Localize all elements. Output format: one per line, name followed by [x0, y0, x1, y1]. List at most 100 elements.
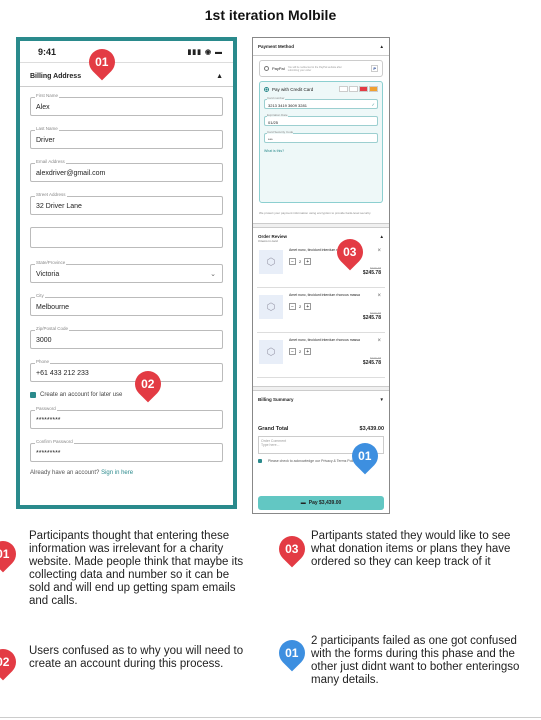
secure-note: We protect your payment information usin…	[259, 211, 372, 215]
note-01: Participants thought that entering these…	[29, 530, 244, 607]
collapse-icon[interactable]: ▲	[216, 73, 223, 80]
payment-method-header[interactable]: Payment Method ▲	[253, 38, 389, 56]
note-04: 2 participants failed as one got confuse…	[311, 635, 520, 686]
box-icon: ⬡	[259, 250, 283, 274]
price-value: $245.78	[362, 360, 381, 366]
quantity-stepper[interactable]: −2 +	[289, 303, 360, 310]
expiry-label: Expiration Date	[267, 113, 288, 117]
collapse-icon[interactable]: ▲	[380, 234, 384, 239]
price-value: $245.78	[362, 315, 381, 321]
items-count: 3 items in card	[258, 239, 278, 243]
billing-address-title: Billing Address	[30, 73, 82, 80]
pay-button-label: Pay $3,439.00	[308, 500, 342, 506]
note-pin-01-blue: 01	[273, 634, 311, 672]
item-name: Amet nunc, tincidunt interdum rhoncus ma…	[289, 293, 361, 297]
first-name-value: Alex	[36, 104, 50, 111]
first-name-field[interactable]: First Name Alex	[30, 93, 223, 116]
remove-icon[interactable]: ×	[377, 293, 381, 299]
what-is-this-link[interactable]: What is this?	[264, 149, 378, 153]
card-number-field[interactable]: Card number 3213 3419 3609 3281 ✓	[264, 96, 378, 109]
email-field[interactable]: Email Address alexdriver@gmail.com	[30, 159, 223, 182]
signin-row: Already have an account? Sign in here	[30, 470, 223, 476]
phone-frame-billing: 9:41 ▮▮▮ ◉ ▬ Billing Address ▲ First Nam…	[16, 37, 237, 509]
last-name-field[interactable]: Last Name Driver	[30, 126, 223, 149]
phone-value: +61 433 212 233	[36, 370, 89, 377]
minus-button[interactable]: −	[289, 258, 296, 265]
state-select[interactable]: State/Province Victoria ⌄	[30, 260, 223, 283]
mastercard-icon	[359, 86, 368, 92]
payment-method-title: Payment Method	[258, 44, 295, 49]
pin-number: 02	[141, 377, 155, 392]
plus-button[interactable]: +	[304, 303, 312, 310]
card-number-value: 3213 3419 3609 3281	[268, 103, 307, 108]
password-label: Password	[35, 406, 57, 411]
paypal-label: PayPal	[272, 66, 285, 71]
quantity-value: 2	[299, 259, 302, 264]
divider	[0, 717, 541, 718]
minus-button[interactable]: −	[289, 348, 296, 355]
confirm-password-value: *********	[36, 450, 61, 457]
zip-label: Zip/Postal Code	[35, 326, 70, 331]
order-item: ⬡ Amet nunc, tincidunt interdum rhoncus …	[257, 293, 385, 333]
phone-label: Phone	[35, 359, 51, 364]
chevron-down-icon[interactable]: ▼	[380, 397, 384, 402]
create-account-label: Create an account for later use	[40, 392, 123, 398]
zip-field[interactable]: Zip/Postal Code 3000	[30, 326, 223, 349]
password-field[interactable]: Password *********	[30, 406, 223, 429]
item-price: $316.78 $245.78	[363, 311, 381, 321]
note-02: Users confused as to why you will need t…	[29, 645, 244, 670]
billing-address-header[interactable]: Billing Address ▲	[20, 63, 233, 87]
amex-icon	[349, 86, 358, 92]
street-address-2-field[interactable]	[30, 227, 223, 248]
signin-link[interactable]: Sign in here	[101, 470, 133, 476]
cvc-label: Card Security Code	[267, 130, 294, 134]
billing-summary-header[interactable]: Billing Summary ▼	[253, 391, 389, 408]
already-account-text: Already have an account?	[30, 470, 100, 476]
radio-selected-icon[interactable]	[264, 86, 269, 92]
email-value: alexdriver@gmail.com	[36, 170, 106, 177]
billing-summary-title: Billing Summary	[258, 397, 294, 402]
cvc-field[interactable]: Card Security Code ***	[264, 130, 378, 143]
order-item: ⬡ Amet nunc, tincidunt interdum rhoncus …	[257, 248, 385, 288]
city-label: City	[35, 293, 45, 298]
expiry-field[interactable]: Expiration Date 01/25	[264, 113, 378, 126]
pin-number: 01	[0, 547, 10, 562]
grand-total-label: Grand Total	[258, 426, 289, 432]
credit-card-option[interactable]: Pay with Credit Card Card number 3213 341…	[259, 81, 383, 203]
box-icon: ⬡	[259, 340, 283, 364]
grand-total-value: $3,439.00	[359, 426, 384, 432]
quantity-stepper[interactable]: −2 +	[289, 348, 360, 355]
credit-card-label: Pay with Credit Card	[272, 86, 314, 92]
price-value: $245.78	[362, 270, 381, 276]
radio-icon[interactable]	[264, 66, 269, 71]
plus-button[interactable]: +	[304, 348, 312, 355]
pin-number: 01	[358, 449, 372, 464]
checkbox-checked-icon	[30, 392, 36, 398]
paypal-option[interactable]: PayPal You will be redirected to the Pay…	[259, 60, 383, 77]
status-icons: ▮▮▮ ◉ ▬	[187, 48, 223, 56]
pin-number: 02	[0, 655, 10, 670]
confirm-password-field[interactable]: Confirm Password *********	[30, 439, 223, 462]
order-item: ⬡ Amet nunc, tincidunt interdum rhoncus …	[257, 338, 385, 378]
collapse-icon[interactable]: ▲	[380, 44, 384, 49]
grand-total-row: Grand Total $3,439.00	[253, 426, 389, 432]
checkbox-checked-icon	[258, 459, 262, 463]
remove-icon[interactable]: ×	[377, 338, 381, 344]
email-label: Email Address	[35, 159, 66, 164]
street-address-field[interactable]: Street Address 32 Driver Lane	[30, 192, 223, 215]
note-pin-03: 03	[273, 530, 311, 568]
note-03: Partipants stated they would like to see…	[311, 530, 511, 568]
pay-button[interactable]: ▬ Pay $3,439.00	[258, 496, 384, 510]
city-field[interactable]: City Melbourne	[30, 293, 223, 316]
remove-icon[interactable]: ×	[377, 248, 381, 254]
note-pin-02: 02	[0, 643, 22, 681]
card-number-label: Card number	[267, 96, 285, 100]
minus-button[interactable]: −	[289, 303, 296, 310]
order-review-header[interactable]: Order Review ▲	[253, 228, 389, 239]
expiry-value: 01/25	[268, 120, 279, 125]
phone-field[interactable]: Phone +61 433 212 233	[30, 359, 223, 382]
confirm-password-label: Confirm Password	[35, 439, 74, 444]
page-title: 1st iteration Molbile	[204, 7, 337, 23]
plus-button[interactable]: +	[304, 258, 312, 265]
city-value: Melbourne	[36, 304, 70, 311]
